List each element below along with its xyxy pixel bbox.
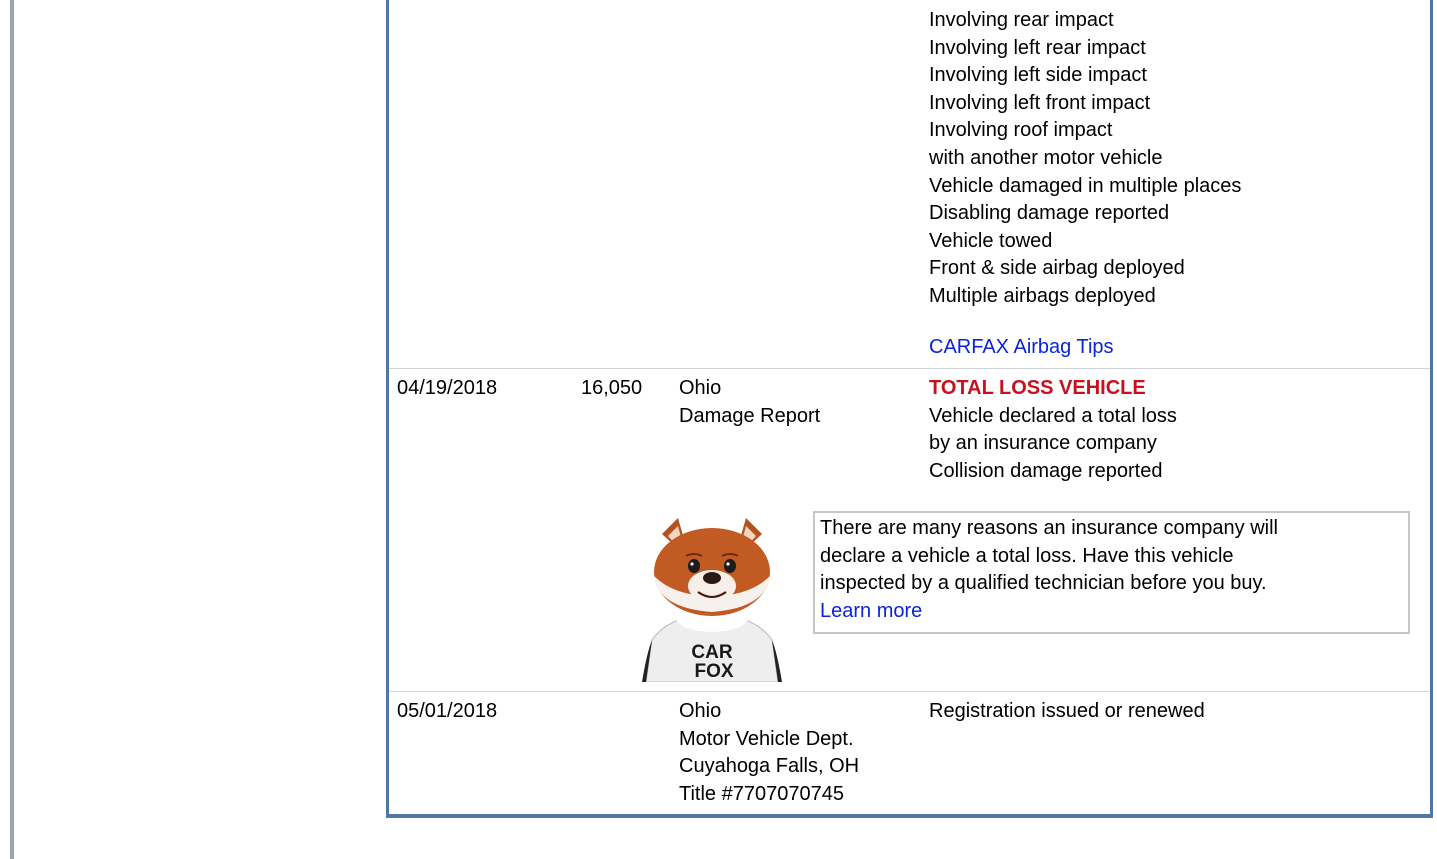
detail-line: by an insurance company: [929, 432, 1157, 455]
callout-line: inspected by a qualified technician befo…: [820, 572, 1267, 595]
detail-line: Registration issued or renewed: [929, 700, 1205, 722]
record-1-details: Involving rear impact Involving left rea…: [929, 7, 1241, 311]
mascot-shirt-line: FOX: [694, 661, 733, 682]
detail-line: Involving left side impact: [929, 64, 1147, 87]
source-line: Cuyahoga Falls, OH: [679, 755, 860, 778]
source-line: Ohio: [679, 377, 722, 399]
source-line: Ohio: [679, 700, 722, 722]
total-loss-callout: There are many reasons an insurance comp…: [813, 511, 1410, 634]
detail-line: Involving left front impact: [929, 91, 1151, 114]
learn-more-link[interactable]: Learn more: [820, 598, 1278, 626]
detail-line: Multiple airbags deployed: [929, 284, 1156, 307]
detail-line: Vehicle declared a total loss: [929, 404, 1177, 427]
detail-line: Disabling damage reported: [929, 202, 1170, 225]
row-divider: [389, 691, 1430, 692]
source-line: Motor Vehicle Dept.: [679, 727, 854, 750]
source-line: Title #7707070745: [679, 782, 844, 805]
detail-line: Involving roof impact: [929, 119, 1113, 142]
detail-line: Involving rear impact: [929, 9, 1114, 31]
mascot-shirt-line: CAR: [691, 642, 732, 663]
detail-line: Collision damage reported: [929, 459, 1163, 482]
source-line: Damage Report: [679, 404, 821, 427]
detail-line: Vehicle damaged in multiple places: [929, 174, 1242, 197]
history-table-panel: [386, 0, 1433, 818]
left-page-rule: [10, 0, 14, 859]
record-3-details: Registration issued or renewed: [929, 698, 1205, 726]
detail-line: Front & side airbag deployed: [929, 257, 1185, 280]
record-date: 05/01/2018: [397, 700, 498, 722]
record-2-details: TOTAL LOSS VEHICLE Vehicle declared a to…: [929, 375, 1177, 485]
record-source: Ohio Motor Vehicle Dept. Cuyahoga Falls,…: [679, 698, 859, 808]
total-loss-alert: TOTAL LOSS VEHICLE: [929, 377, 1146, 399]
callout-line: declare a vehicle a total loss. Have thi…: [820, 544, 1234, 567]
record-source: Ohio Damage Report: [679, 375, 820, 430]
callout-text: There are many reasons an insurance comp…: [820, 515, 1278, 625]
detail-line: with another motor vehicle: [929, 146, 1163, 169]
callout-line: There are many reasons an insurance comp…: [820, 517, 1278, 539]
row-divider: [389, 368, 1430, 369]
detail-line: Vehicle towed: [929, 229, 1053, 252]
record-date: 04/19/2018: [397, 377, 498, 399]
carfox-mascot-icon: CAR FOX: [642, 518, 782, 682]
record-mileage: 16,050: [581, 377, 643, 399]
detail-line: Involving left rear impact: [929, 36, 1146, 59]
airbag-tips-link[interactable]: CARFAX Airbag Tips: [929, 334, 1114, 362]
